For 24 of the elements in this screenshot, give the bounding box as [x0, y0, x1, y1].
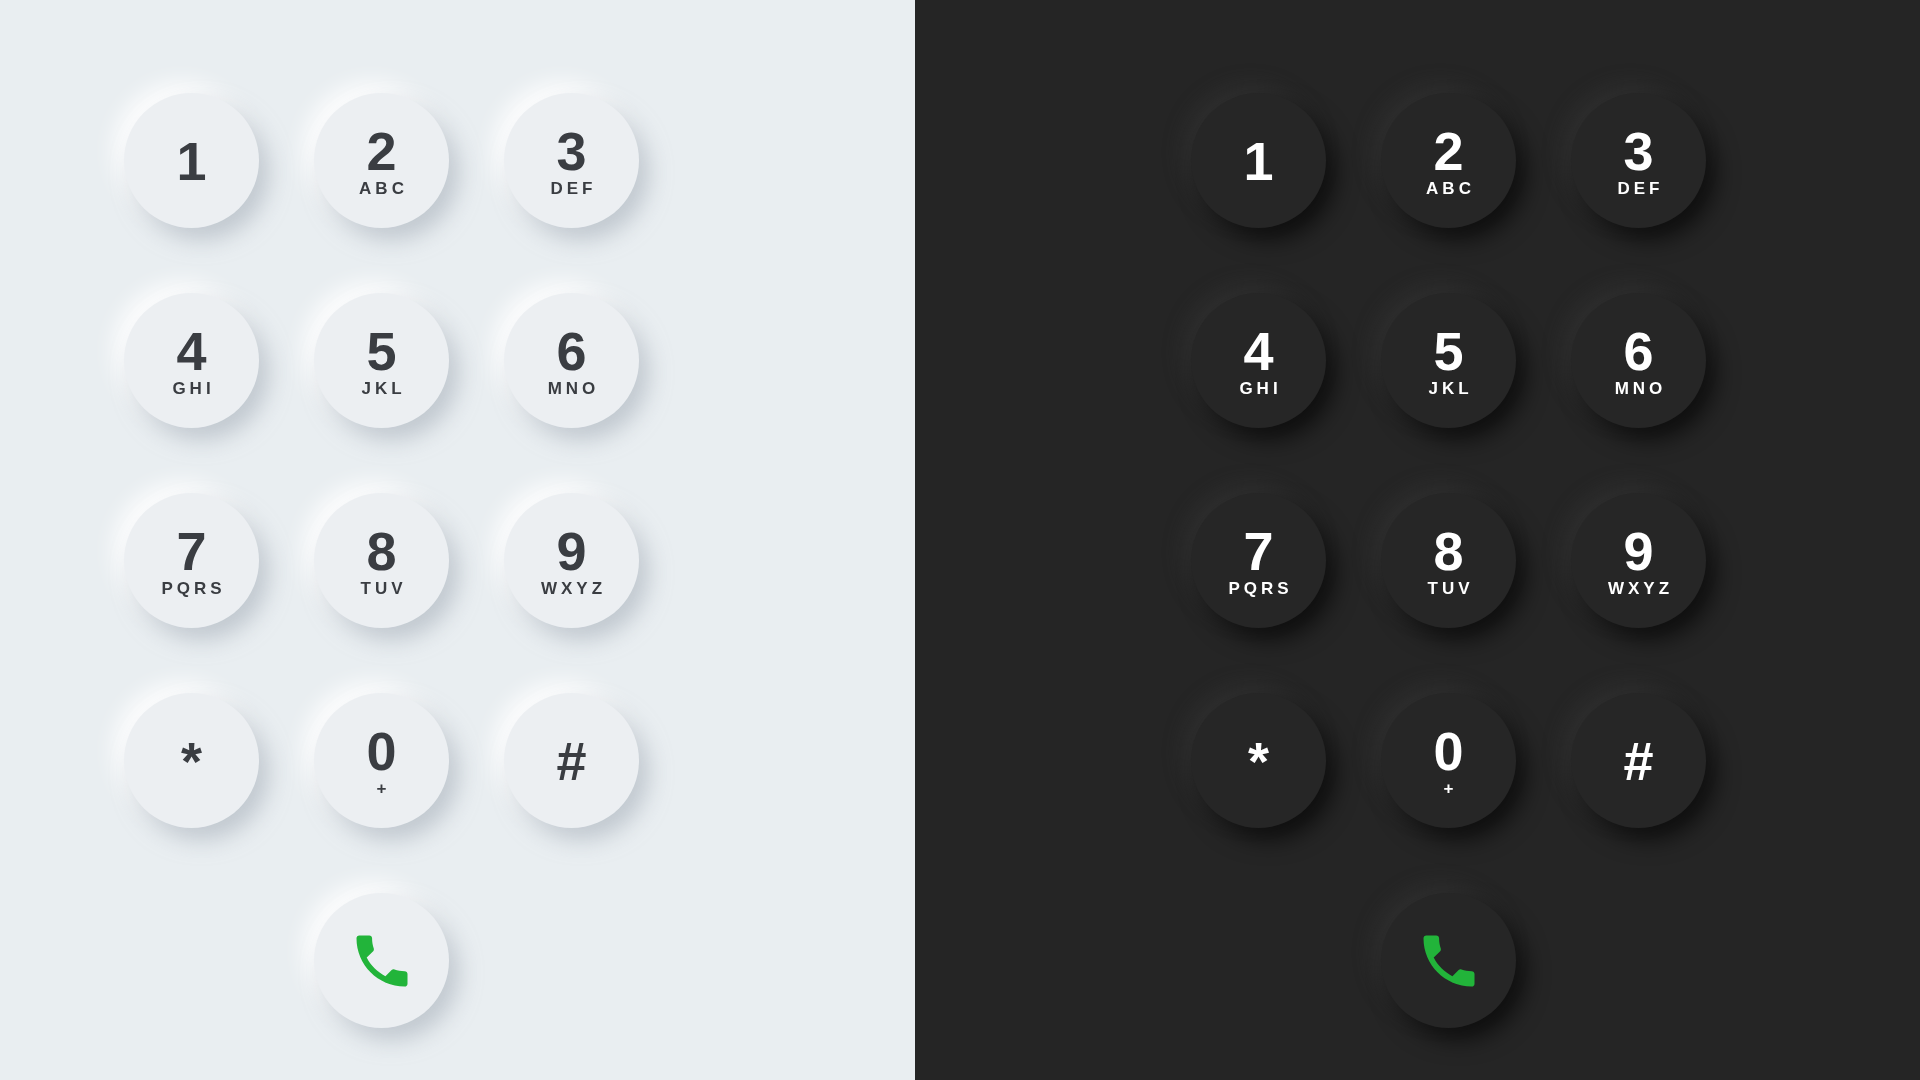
- dial-key[interactable]: 9 WXYZ: [1571, 493, 1706, 628]
- dial-key[interactable]: #: [1571, 693, 1706, 828]
- dial-key[interactable]: 7 PQRS: [124, 493, 259, 628]
- dial-key[interactable]: 4 GHI: [124, 293, 259, 428]
- dial-key[interactable]: 8 TUV: [1381, 493, 1516, 628]
- dial-key[interactable]: #: [504, 693, 639, 828]
- dial-key[interactable]: 3 DEF: [504, 93, 639, 228]
- dial-key[interactable]: *: [124, 693, 259, 828]
- dial-key[interactable]: *: [1191, 693, 1326, 828]
- dial-key[interactable]: 6 MNO: [1571, 293, 1706, 428]
- dial-key[interactable]: 6 MNO: [504, 293, 639, 428]
- dial-key[interactable]: 8 TUV: [314, 493, 449, 628]
- dial-key[interactable]: 5 JKL: [314, 293, 449, 428]
- dial-key[interactable]: 4 GHI: [1191, 293, 1326, 428]
- dial-key[interactable]: 5 JKL: [1381, 293, 1516, 428]
- dial-key[interactable]: 1: [124, 93, 259, 228]
- dial-key[interactable]: 3 DEF: [1571, 93, 1706, 228]
- dial-key[interactable]: 9 WXYZ: [504, 493, 639, 628]
- dial-key[interactable]: 0 +: [314, 693, 449, 828]
- dial-key[interactable]: 1: [1191, 93, 1326, 228]
- dial-key[interactable]: 2 ABC: [314, 93, 449, 228]
- dial-key[interactable]: 0 +: [1381, 693, 1516, 828]
- dial-key[interactable]: 7 PQRS: [1191, 493, 1326, 628]
- dial-key[interactable]: 2 ABC: [1381, 93, 1516, 228]
